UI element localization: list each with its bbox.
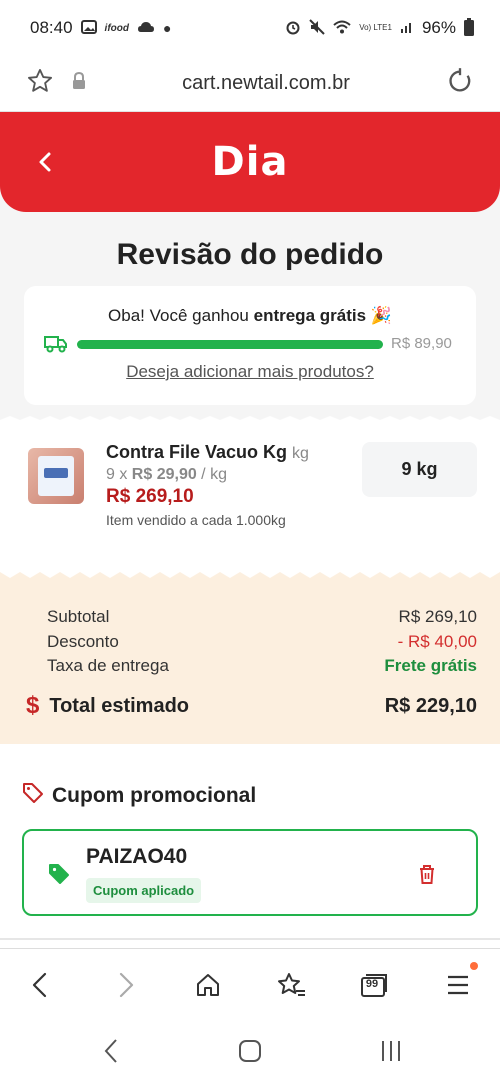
delivery-fee-label: Taxa de entrega	[47, 656, 169, 675]
browser-forward-icon[interactable]	[108, 967, 144, 1003]
tabs-count: 99	[365, 978, 379, 990]
battery-icon	[464, 17, 474, 39]
weather-icon	[137, 20, 155, 37]
battery-percent: 96%	[421, 18, 456, 37]
coupon-section-title: Cupom promocional	[22, 782, 256, 810]
zigzag-divider-top	[0, 416, 500, 426]
browser-bottom-nav: 99	[0, 948, 500, 1020]
wifi-icon	[333, 20, 351, 37]
url-text[interactable]: cart.newtail.com.br	[86, 72, 446, 95]
free-delivery-card: Oba! Você ganhou entrega grátis 🎉 R$ 89,…	[24, 286, 476, 405]
free-delivery-progress-bar	[77, 340, 383, 349]
product-image[interactable]	[28, 448, 84, 504]
free-delivery-threshold: R$ 89,90	[391, 335, 452, 352]
discount-label: Desconto	[47, 632, 119, 651]
discount-row: Desconto - R$ 40,00	[47, 632, 477, 652]
reload-icon[interactable]	[446, 67, 474, 100]
system-home-icon[interactable]	[235, 1036, 265, 1066]
browser-url-bar: cart.newtail.com.br	[0, 56, 500, 112]
bookmarks-star-icon[interactable]	[274, 967, 310, 1003]
product-unit: kg	[292, 445, 309, 462]
zigzag-divider-bottom	[0, 566, 500, 580]
coupon-code: PAIZAO40	[86, 845, 188, 868]
dia-logo: Dia	[211, 139, 289, 185]
status-bar: 08:40 ifood ● Vo) LTE1 96%	[0, 0, 500, 56]
delivery-fee-value: Frete grátis	[384, 656, 477, 675]
store-header: Dia	[0, 112, 500, 212]
trash-icon[interactable]	[416, 863, 438, 885]
volte-icon: Vo) LTE1	[359, 23, 392, 32]
promo-message-text: Oba! Você ganhou	[108, 306, 254, 325]
product-name[interactable]: Contra File Vacuo Kg kg	[106, 442, 309, 463]
party-emoji-icon: 🎉	[370, 306, 392, 325]
page-title: Revisão do pedido	[116, 238, 384, 271]
bookmark-star-icon[interactable]	[26, 67, 54, 100]
truck-icon	[44, 334, 68, 354]
tag-filled-icon	[48, 863, 70, 885]
product-quantity-line: 9 x R$ 29,90 / kg	[106, 466, 227, 484]
alarm-icon	[285, 19, 301, 38]
applied-coupon-card: PAIZAO40 Cupom aplicado	[22, 829, 478, 916]
product-name-text: Contra File Vacuo Kg	[106, 442, 288, 462]
unit-price: R$ 29,90	[131, 466, 197, 483]
coupon-title-text: Cupom promocional	[52, 784, 257, 807]
free-delivery-message: Oba! Você ganhou entrega grátis 🎉	[24, 306, 476, 326]
system-nav-bar	[0, 1020, 500, 1083]
back-arrow-icon[interactable]	[34, 148, 58, 176]
add-more-products-link[interactable]: Deseja adicionar mais produtos?	[24, 362, 476, 382]
coupon-applied-badge: Cupom aplicado	[86, 878, 202, 903]
estimated-total-value: R$ 229,10	[384, 694, 477, 717]
delivery-fee-row: Taxa de entrega Frete grátis	[47, 656, 477, 676]
menu-notification-dot	[470, 962, 478, 970]
qty-prefix: 9 x	[106, 466, 132, 483]
unit-suffix: / kg	[196, 466, 227, 483]
promo-message-bold: entrega grátis	[253, 306, 367, 325]
notification-dot-icon: ●	[162, 20, 172, 36]
tabs-icon[interactable]: 99	[356, 967, 392, 1003]
discount-value: - R$ 40,00	[397, 632, 477, 651]
browser-back-icon[interactable]	[22, 967, 58, 1003]
quantity-selector[interactable]: 9 kg	[362, 442, 477, 497]
subtotal-value: R$ 269,10	[398, 607, 477, 626]
product-total-price: R$ 269,10	[106, 486, 194, 507]
system-back-icon[interactable]	[96, 1036, 126, 1066]
system-recents-icon[interactable]	[376, 1036, 406, 1066]
ifood-icon: ifood	[104, 22, 129, 34]
home-icon[interactable]	[190, 967, 226, 1003]
subtotal-label: Subtotal	[47, 607, 110, 626]
status-time: 08:40	[30, 18, 73, 37]
tag-outline-icon	[22, 782, 44, 810]
lock-icon[interactable]	[72, 71, 86, 95]
dollar-icon: $	[26, 692, 40, 719]
estimated-total-row: $ Total estimado R$ 229,10	[26, 692, 477, 720]
image-icon	[80, 19, 97, 37]
menu-icon[interactable]	[440, 967, 476, 1003]
section-divider	[0, 938, 500, 940]
estimated-total-label: Total estimado	[49, 694, 190, 717]
signal-icon	[400, 20, 414, 37]
subtotal-row: Subtotal R$ 269,10	[47, 607, 477, 627]
product-sale-note: Item vendido a cada 1.000kg	[106, 512, 286, 528]
mute-icon	[309, 18, 325, 38]
